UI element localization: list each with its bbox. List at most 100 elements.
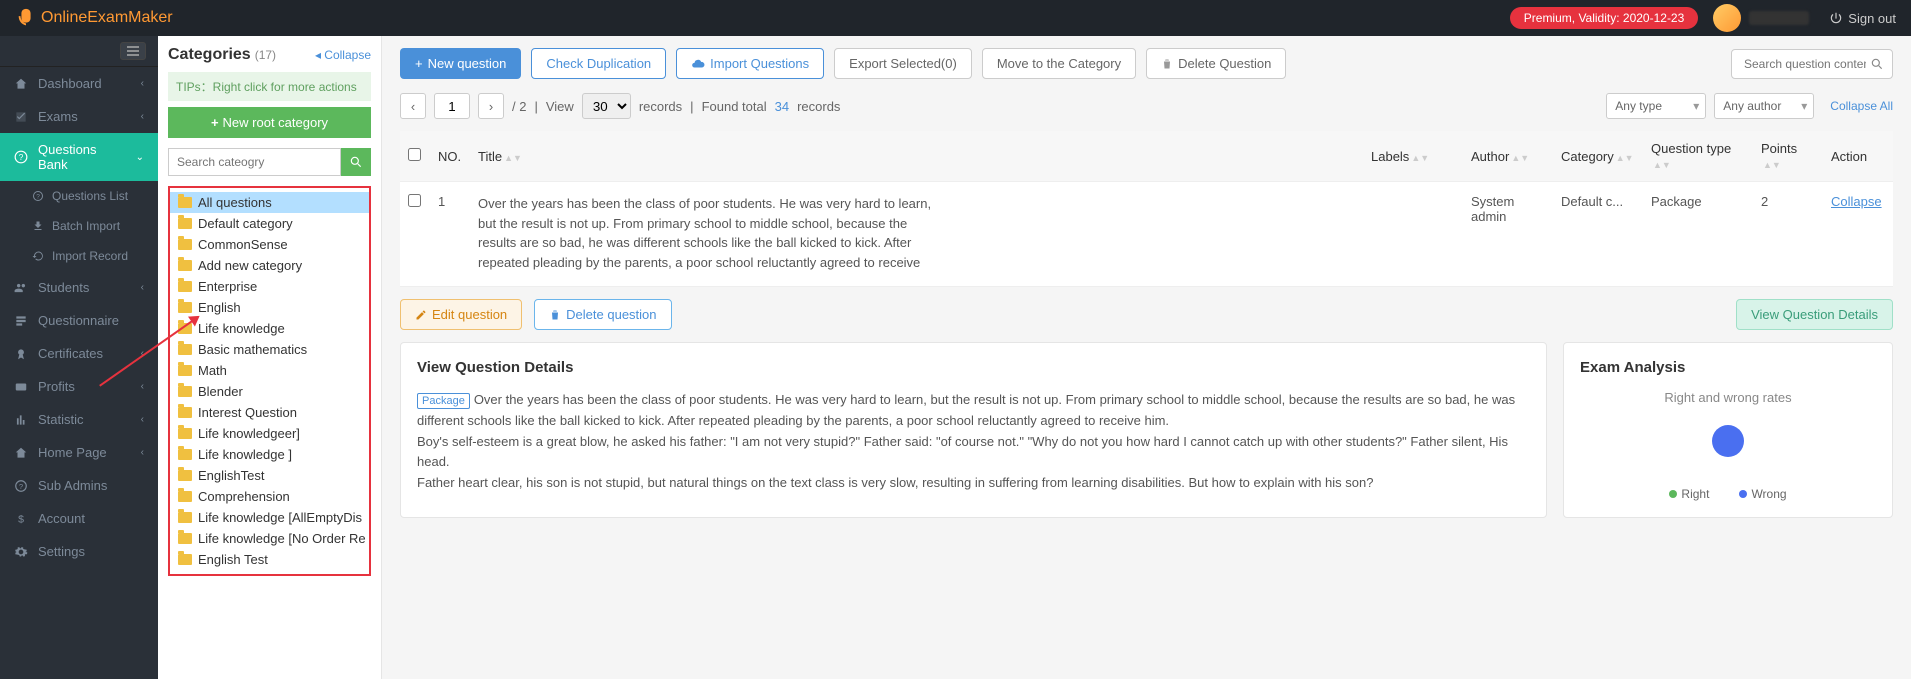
legend-dot-wrong — [1739, 490, 1747, 498]
details-text: PackageOver the years has been the class… — [417, 390, 1530, 494]
category-item[interactable]: CommonSense — [170, 234, 369, 255]
category-item[interactable]: Interest Question — [170, 402, 369, 423]
nav-batch-import[interactable]: Batch Import — [0, 211, 158, 241]
select-all-checkbox[interactable] — [408, 148, 421, 161]
students-icon — [14, 281, 28, 295]
nav-dashboard[interactable]: Dashboard‹ — [0, 67, 158, 100]
category-item[interactable]: EnglishTest — [170, 465, 369, 486]
svg-text:?: ? — [19, 481, 23, 490]
category-item[interactable]: Math — [170, 360, 369, 381]
check-duplication-button[interactable]: Check Duplication — [531, 48, 666, 79]
type-filter[interactable]: Any type — [1606, 93, 1706, 119]
user-name — [1749, 11, 1809, 25]
question-sub-icon: ? — [32, 190, 44, 202]
prev-page-button[interactable]: ‹ — [400, 93, 426, 119]
page-input[interactable] — [434, 93, 470, 119]
nav-home-page[interactable]: Home Page‹ — [0, 436, 158, 469]
trash-icon — [549, 309, 561, 321]
folder-icon — [178, 323, 192, 334]
category-item[interactable]: Life knowledge [AllEmptyDis — [170, 507, 369, 528]
category-item[interactable]: Default category — [170, 213, 369, 234]
row-title: Over the years has been the class of poo… — [478, 194, 948, 274]
folder-icon — [178, 491, 192, 502]
folder-icon — [178, 533, 192, 544]
folder-icon — [178, 260, 192, 271]
col-author[interactable]: Author▲▼ — [1463, 131, 1553, 182]
next-page-button[interactable]: › — [478, 93, 504, 119]
content-search-input[interactable] — [1740, 50, 1870, 78]
delete-question-row-button[interactable]: Delete question — [534, 299, 671, 330]
nav-certificates[interactable]: Certificates‹ — [0, 337, 158, 370]
nav-profits[interactable]: Profits‹ — [0, 370, 158, 403]
category-item[interactable]: Enterprise — [170, 276, 369, 297]
nav-exams[interactable]: Exams‹ — [0, 100, 158, 133]
brand-logo[interactable]: OnlineExamMaker — [15, 7, 173, 29]
col-points[interactable]: Points▲▼ — [1753, 131, 1823, 182]
home-icon — [14, 446, 28, 460]
edit-question-button[interactable]: Edit question — [400, 299, 522, 330]
nav-questions-list[interactable]: ?Questions List — [0, 181, 158, 211]
nav-statistic[interactable]: Statistic‹ — [0, 403, 158, 436]
view-details-button[interactable]: View Question Details — [1736, 299, 1893, 330]
user-avatar[interactable] — [1713, 4, 1741, 32]
category-search — [168, 148, 371, 176]
exam-analysis-panel: Exam Analysis Right and wrong rates Righ… — [1563, 342, 1893, 518]
categories-collapse-button[interactable]: ◂ Collapse — [315, 48, 371, 62]
category-item[interactable]: All questions — [170, 192, 369, 213]
col-qtype[interactable]: Question type▲▼ — [1643, 131, 1753, 182]
category-search-input[interactable] — [168, 148, 341, 176]
row-checkbox[interactable] — [408, 194, 421, 207]
author-filter[interactable]: Any author — [1714, 93, 1814, 119]
category-item[interactable]: Life knowledge ] — [170, 444, 369, 465]
col-title[interactable]: Title▲▼ — [470, 131, 1363, 182]
nav-import-record[interactable]: Import Record — [0, 241, 158, 271]
questions-table: NO. Title▲▼ Labels▲▼ Author▲▼ Category▲▼… — [400, 131, 1893, 287]
category-item[interactable]: English Test — [170, 549, 369, 570]
nav-sub-admins[interactable]: ?Sub Admins — [0, 469, 158, 502]
sidebar-toggle-button[interactable] — [120, 42, 146, 60]
toolbar: +New question Check Duplication Import Q… — [400, 48, 1893, 79]
category-item[interactable]: Life knowledge [No Order Re — [170, 528, 369, 549]
nav-account[interactable]: $Account — [0, 502, 158, 535]
new-root-category-button[interactable]: +New root category — [168, 107, 371, 138]
table-row: 1 Over the years has been the class of p… — [400, 182, 1893, 287]
folder-icon — [178, 281, 192, 292]
per-page-select[interactable]: 30 — [582, 93, 631, 119]
export-selected-button[interactable]: Export Selected(0) — [834, 48, 972, 79]
import-questions-button[interactable]: Import Questions — [676, 48, 824, 79]
total-pages: / 2 — [512, 99, 526, 114]
row-labels — [1363, 182, 1463, 287]
delete-question-button[interactable]: Delete Question — [1146, 48, 1286, 79]
category-item[interactable]: Add new category — [170, 255, 369, 276]
category-item[interactable]: Basic mathematics — [170, 339, 369, 360]
pager-row: ‹ › / 2 | View 30 records | Found total … — [400, 93, 1893, 119]
category-search-button[interactable] — [341, 148, 371, 176]
col-labels[interactable]: Labels▲▼ — [1363, 131, 1463, 182]
details-title: View Question Details — [417, 359, 1530, 376]
collapse-all-button[interactable]: Collapse All — [1830, 99, 1893, 113]
col-category[interactable]: Category▲▼ — [1553, 131, 1643, 182]
nav-settings[interactable]: Settings — [0, 535, 158, 568]
col-no: NO. — [430, 131, 470, 182]
category-item[interactable]: English — [170, 297, 369, 318]
category-item[interactable]: Life knowledgeer] — [170, 423, 369, 444]
sign-out-button[interactable]: Sign out — [1829, 11, 1896, 26]
row-collapse-button[interactable]: Collapse — [1831, 194, 1882, 209]
folder-icon — [178, 239, 192, 250]
nav-questions-bank[interactable]: ?Questions Bank⌄ — [0, 133, 158, 181]
pencil-icon — [415, 309, 427, 321]
search-icon[interactable] — [1870, 57, 1884, 71]
categories-title: Categories — [168, 46, 251, 64]
question-details-panel: View Question Details PackageOver the ye… — [400, 342, 1547, 518]
svg-text:?: ? — [36, 194, 40, 201]
new-question-button[interactable]: +New question — [400, 48, 521, 79]
nav-students[interactable]: Students‹ — [0, 271, 158, 304]
svg-text:?: ? — [19, 153, 24, 162]
nav-questionnaire[interactable]: Questionnaire — [0, 304, 158, 337]
category-item[interactable]: Blender — [170, 381, 369, 402]
category-item[interactable]: Comprehension — [170, 486, 369, 507]
sort-icon: ▲▼ — [1511, 156, 1529, 161]
category-item[interactable]: Life knowledge — [170, 318, 369, 339]
logo-icon — [15, 7, 37, 29]
move-category-button[interactable]: Move to the Category — [982, 48, 1136, 79]
